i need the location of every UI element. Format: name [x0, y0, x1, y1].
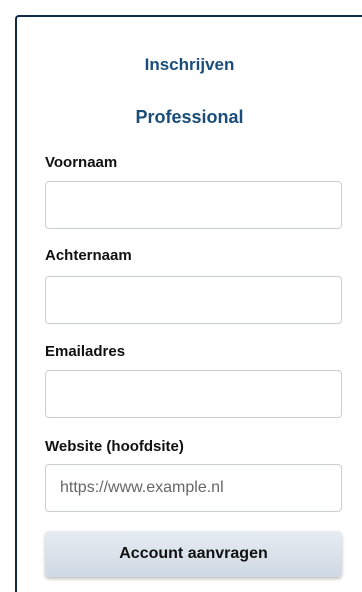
website-field[interactable] [45, 464, 342, 512]
form-subtitle: Professional [135, 107, 244, 127]
website-label: Website (hoofdsite) [45, 438, 184, 455]
email-field[interactable] [45, 370, 342, 418]
last-name-label: Achternaam [45, 247, 132, 264]
email-label: Emailadres [45, 343, 126, 360]
first-name-label: Voornaam [45, 154, 118, 171]
last-name-field[interactable] [45, 276, 342, 324]
request-account-button[interactable]: Account aanvragen [45, 531, 342, 577]
first-name-field[interactable] [45, 181, 342, 229]
form-title: Inschrijven [144, 55, 235, 74]
signup-form-card: Inschrijven Professional Voornaam Achter… [15, 15, 362, 592]
